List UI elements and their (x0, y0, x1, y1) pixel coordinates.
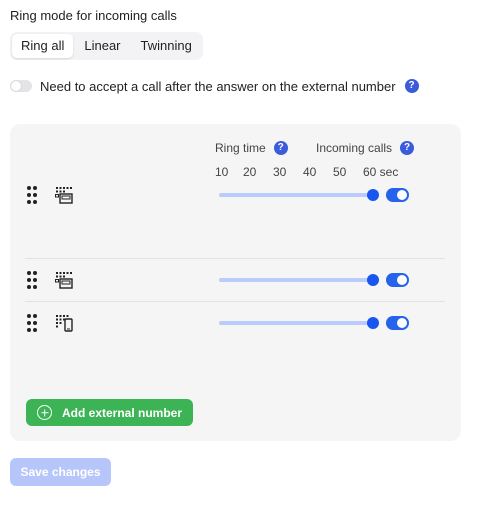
add-external-number-button[interactable]: Add external number (26, 399, 193, 426)
incoming-calls-toggle[interactable] (386, 188, 409, 202)
incoming-calls-label: Incoming calls (316, 141, 393, 155)
ring-time-label: Ring time (215, 141, 266, 155)
tick-label: 30 (273, 165, 287, 179)
ring-mode-title: Ring mode for incoming calls (10, 8, 177, 23)
ring-mode-option-ring-all[interactable]: Ring all (12, 34, 74, 58)
drag-handle-icon[interactable] (27, 314, 37, 332)
incoming-calls-toggle[interactable] (386, 273, 409, 287)
ring-time-help-icon[interactable]: ? (273, 141, 288, 155)
toggle-knob (397, 318, 407, 328)
toggle-knob (11, 81, 21, 91)
accept-call-option: Need to accept a call after the answer o… (10, 77, 419, 95)
slider-thumb[interactable] (367, 317, 379, 329)
drag-handle-icon[interactable] (27, 271, 37, 289)
slider-thumb[interactable] (367, 189, 379, 201)
ring-group-panel: Ring time ? Incoming calls ? 10 20 30 40… (10, 124, 461, 441)
device-row (10, 266, 461, 294)
ring-time-slider[interactable] (219, 274, 379, 286)
toggle-knob (397, 190, 407, 200)
tick-label: 20 (243, 165, 257, 179)
row-divider (25, 301, 445, 302)
row-divider (25, 258, 445, 259)
accept-call-toggle[interactable] (10, 80, 32, 92)
tick-label: 50 (333, 165, 347, 179)
desk-phone-icon (55, 272, 73, 289)
device-row (10, 309, 461, 337)
ring-time-slider[interactable] (219, 189, 379, 201)
ring-mode-option-linear[interactable]: Linear (75, 34, 129, 58)
toggle-knob (397, 275, 407, 285)
slider-thumb[interactable] (367, 274, 379, 286)
question-circle-icon[interactable]: ? (404, 79, 419, 93)
desk-phone-mobile-icon (56, 315, 73, 332)
tick-label: 10 (215, 165, 229, 179)
device-row (10, 181, 461, 209)
ring-time-header: Ring time ? (215, 141, 288, 155)
add-external-number-label: Add external number (62, 405, 183, 420)
accept-call-label: Need to accept a call after the answer o… (40, 78, 396, 94)
ring-mode-segmented-control: Ring all Linear Twinning (10, 32, 203, 60)
drag-handle-icon[interactable] (27, 186, 37, 204)
tick-label: 40 (303, 165, 317, 179)
incoming-calls-toggle[interactable] (386, 316, 409, 330)
ring-time-slider[interactable] (219, 317, 379, 329)
plus-circle-icon (37, 405, 52, 420)
incoming-calls-help-icon[interactable]: ? (400, 141, 415, 155)
ring-mode-option-twinning[interactable]: Twinning (132, 34, 201, 58)
tick-label: 60 sec (363, 165, 399, 179)
desk-phone-icon (55, 187, 73, 204)
incoming-calls-header: Incoming calls ? (316, 141, 415, 155)
save-changes-button[interactable]: Save changes (10, 458, 111, 486)
